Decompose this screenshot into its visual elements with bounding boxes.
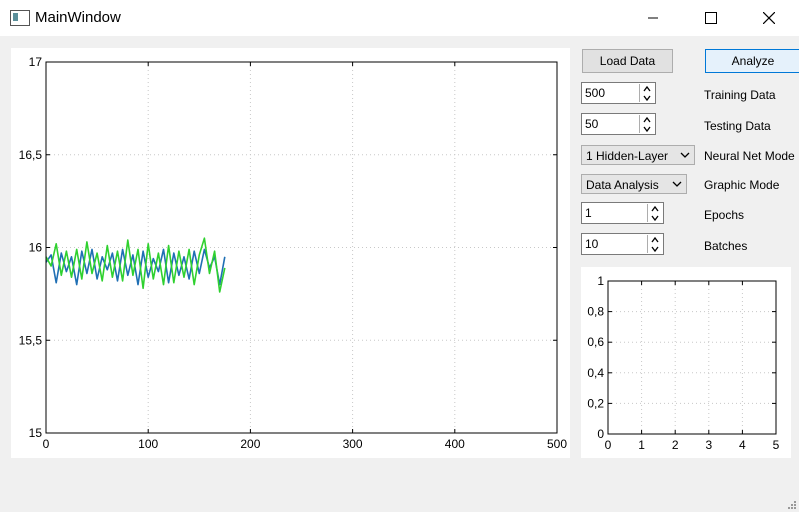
y-tick-label: 0 <box>597 427 604 441</box>
neural-net-mode-label: Neural Net Mode <box>704 149 795 163</box>
small-chart: 0 1 2 3 4 5 0 0,2 0,4 0,6 0,8 1 <box>587 274 780 452</box>
batches-value: 10 <box>585 237 599 251</box>
x-tick-label: 2 <box>672 438 679 452</box>
small-chart-panel: 0 1 2 3 4 5 0 0,2 0,4 0,6 0,8 1 <box>581 267 791 458</box>
y-tick-label: 0,2 <box>587 396 604 410</box>
neural-net-mode-value: 1 Hidden-Layer <box>586 149 669 163</box>
x-tick-label: 1 <box>638 438 645 452</box>
spin-up-icon[interactable] <box>650 236 660 244</box>
x-tick-label: 300 <box>343 437 363 451</box>
y-tick-label: 16 <box>29 241 43 255</box>
y-tick-label: 0,4 <box>587 366 604 380</box>
x-tick-label: 0 <box>43 437 50 451</box>
epochs-spinbox[interactable]: 1 <box>581 202 664 224</box>
testing-data-spinbox[interactable]: 50 <box>581 113 656 135</box>
x-tick-label: 500 <box>547 437 567 451</box>
y-tick-label: 16,5 <box>19 148 43 162</box>
title-bar: MainWindow <box>0 0 799 36</box>
training-data-label: Training Data <box>704 88 776 102</box>
x-tick-label: 200 <box>240 437 260 451</box>
y-tick-label: 0,8 <box>587 305 604 319</box>
spin-up-icon[interactable] <box>642 116 652 124</box>
testing-data-label: Testing Data <box>704 119 771 133</box>
spin-down-icon[interactable] <box>642 125 652 133</box>
neural-net-mode-select[interactable]: 1 Hidden-Layer <box>581 145 695 165</box>
load-data-button[interactable]: Load Data <box>582 49 673 73</box>
y-tick-label: 15,5 <box>19 333 43 347</box>
batches-spinbox[interactable]: 10 <box>581 233 664 255</box>
maximize-button[interactable] <box>688 0 734 36</box>
x-tick-label: 5 <box>773 438 780 452</box>
graphic-mode-select[interactable]: Data Analysis <box>581 174 687 194</box>
x-tick-label: 400 <box>445 437 465 451</box>
close-icon <box>763 12 775 24</box>
x-tick-label: 3 <box>705 438 712 452</box>
spin-up-icon[interactable] <box>650 205 660 213</box>
plot-frame <box>607 280 777 435</box>
y-tick-label: 15 <box>29 426 43 440</box>
y-tick-label: 0,6 <box>587 335 604 349</box>
analyze-label: Analyze <box>731 54 775 68</box>
y-tick-label: 1 <box>597 274 604 288</box>
analyze-button[interactable]: Analyze <box>705 49 799 73</box>
training-data-value: 500 <box>585 86 606 100</box>
chevron-down-icon <box>672 181 682 187</box>
training-data-spinbox[interactable]: 500 <box>581 82 656 104</box>
maximize-icon <box>705 12 717 24</box>
spin-up-icon[interactable] <box>642 85 652 93</box>
graphic-mode-label: Graphic Mode <box>704 178 780 192</box>
spin-down-icon[interactable] <box>650 214 660 222</box>
app-icon <box>10 10 30 26</box>
graphic-mode-value: Data Analysis <box>586 178 659 192</box>
resize-grip-icon[interactable] <box>787 500 797 510</box>
x-tick-label: 0 <box>605 438 612 452</box>
minimize-button[interactable] <box>630 0 676 36</box>
y-tick-label: 17 <box>29 55 43 69</box>
spin-down-icon[interactable] <box>642 94 652 102</box>
main-chart-panel: 0 100 200 300 400 500 15 15,5 16 16,5 17 <box>11 48 570 458</box>
minimize-icon <box>648 17 658 19</box>
x-tick-label: 4 <box>739 438 746 452</box>
x-tick-label: 100 <box>138 437 158 451</box>
load-data-label: Load Data <box>599 54 656 68</box>
main-chart: 0 100 200 300 400 500 15 15,5 16 16,5 17 <box>19 55 568 451</box>
batches-label: Batches <box>704 239 748 253</box>
window-title: MainWindow <box>35 9 121 26</box>
epochs-label: Epochs <box>704 208 745 222</box>
epochs-value: 1 <box>585 206 592 220</box>
close-button[interactable] <box>746 0 792 36</box>
testing-data-value: 50 <box>585 117 599 131</box>
spin-down-icon[interactable] <box>650 245 660 253</box>
chevron-down-icon <box>680 152 690 158</box>
